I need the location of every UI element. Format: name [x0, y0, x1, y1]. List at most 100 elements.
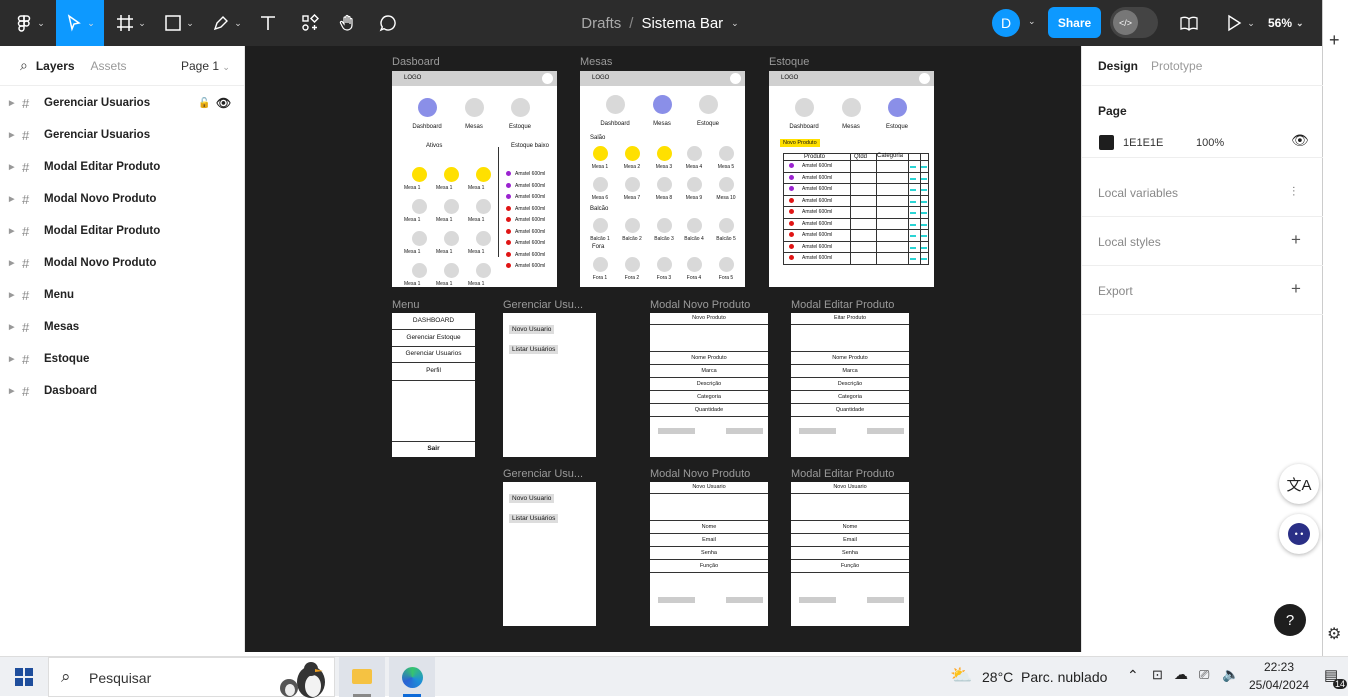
menu-item[interactable]: Gerenciar Usuarios: [392, 346, 475, 363]
network-icon[interactable]: ⎚: [1199, 667, 1209, 683]
avatar[interactable]: D: [992, 9, 1020, 37]
help-icon[interactable]: ?: [1274, 604, 1306, 636]
dev-mode-toggle[interactable]: </>: [1110, 7, 1158, 38]
layer-item[interactable]: ▶ # Dasboard: [0, 375, 244, 407]
chevron-up-icon[interactable]: ⌃: [1127, 667, 1139, 684]
chevron-down-icon[interactable]: ⌄: [731, 18, 739, 29]
layer-item[interactable]: ▶ # Gerenciar Usuarios 🔓 👁: [0, 87, 244, 119]
cancel-button[interactable]: [799, 428, 836, 434]
modal-field[interactable]: Senha: [791, 546, 909, 559]
sliders-icon[interactable]: ⫶: [1292, 184, 1295, 200]
delete-action-icon[interactable]: [921, 246, 927, 249]
modal-field[interactable]: Nome: [650, 520, 768, 533]
modal-field[interactable]: Descrição: [650, 377, 768, 390]
frame-title[interactable]: Modal Editar Produto: [791, 299, 894, 311]
novo-produto-button[interactable]: Novo Produto: [780, 139, 820, 147]
weather-desc[interactable]: Parc. nublado: [1021, 669, 1107, 685]
modal-field[interactable]: Quantidade: [791, 403, 909, 416]
page-selector[interactable]: Page 1 ⌄: [181, 59, 230, 73]
edge-browser-app[interactable]: [389, 657, 435, 697]
shape-tool-button[interactable]: ⌄: [158, 0, 200, 46]
modal-field[interactable]: Email: [791, 533, 909, 546]
modal-editar-produto-frame[interactable]: Eitar Produto Nome Produto Marca Descrição C…: [791, 313, 909, 457]
text-tool-button[interactable]: [256, 0, 280, 46]
modal-field[interactable]: Descrição: [791, 377, 909, 390]
modal-field[interactable]: Quantidade: [650, 403, 768, 416]
design-canvas[interactable]: Dasboard LOGO Dashboard Mesas Estoque Ativos E…: [245, 46, 1081, 652]
gerenciar-usuarios-frame[interactable]: Novo Usuario Listar Usuários: [503, 313, 596, 457]
zoom-dropdown[interactable]: 56% ⌄: [1268, 0, 1304, 46]
cloud-icon[interactable]: ☁: [1174, 666, 1188, 683]
library-button[interactable]: [1176, 0, 1202, 46]
layer-item[interactable]: ▶ # Menu: [0, 279, 244, 311]
frame-title[interactable]: Menu: [392, 299, 420, 311]
translate-icon[interactable]: 文A: [1279, 464, 1319, 504]
frame-title[interactable]: Mesas: [580, 56, 612, 68]
frame-tool-button[interactable]: ⌄: [110, 0, 152, 46]
eye-icon[interactable]: 👁: [216, 96, 231, 110]
hand-tool-button[interactable]: [336, 0, 360, 46]
confirm-button[interactable]: [726, 428, 763, 434]
modal-field[interactable]: Marca: [650, 364, 768, 377]
layer-item[interactable]: ▶ # Estoque: [0, 343, 244, 375]
modal-novo-usuario-frame[interactable]: Novo Usuario Nome Email Senha Função: [650, 482, 768, 626]
page-color-hex[interactable]: 1E1E1E: [1123, 137, 1163, 149]
modal-field[interactable]: Nome Produto: [650, 351, 768, 364]
edit-action-icon[interactable]: [910, 189, 916, 191]
delete-action-icon[interactable]: [921, 200, 927, 203]
delete-action-icon[interactable]: [921, 166, 927, 168]
windows-start-icon[interactable]: [15, 668, 33, 686]
caret-right-icon[interactable]: ▶: [9, 99, 14, 107]
sair-button[interactable]: Sair: [392, 441, 475, 457]
clock-date[interactable]: 25/04/2024: [1249, 678, 1309, 692]
search-icon[interactable]: ⌕: [20, 57, 28, 74]
breadcrumb-drafts[interactable]: Drafts: [581, 15, 621, 32]
caret-right-icon[interactable]: ▶: [9, 355, 14, 363]
clock-time[interactable]: 22:23: [1264, 660, 1294, 674]
layer-item[interactable]: ▶ # Mesas: [0, 311, 244, 343]
confirm-button[interactable]: [867, 428, 904, 434]
caret-right-icon[interactable]: ▶: [9, 259, 14, 267]
caret-right-icon[interactable]: ▶: [9, 131, 14, 139]
chevron-down-icon[interactable]: ⌄: [1028, 16, 1036, 27]
confirm-button[interactable]: [726, 597, 763, 603]
edit-action-icon[interactable]: [910, 246, 916, 249]
menu-item[interactable]: Perfil: [392, 363, 475, 381]
layer-item[interactable]: ▶ # Modal Novo Produto: [0, 247, 244, 279]
edit-action-icon[interactable]: [910, 166, 916, 168]
modal-field[interactable]: Categoria: [791, 390, 909, 403]
dasboard-frame[interactable]: LOGO Dashboard Mesas Estoque Ativos Estoque b…: [392, 71, 557, 287]
delete-action-icon[interactable]: [921, 189, 927, 191]
listar-usuarios-button[interactable]: Listar Usuários: [509, 345, 559, 354]
gerenciar-usuarios-frame[interactable]: Novo Usuario Listar Usuários: [503, 482, 596, 626]
novo-usuario-button[interactable]: Novo Usuario: [509, 494, 555, 503]
modal-field[interactable]: Função: [650, 559, 768, 572]
novo-usuario-button[interactable]: Novo Usuario: [509, 325, 555, 334]
modal-field[interactable]: Marca: [791, 364, 909, 377]
delete-action-icon[interactable]: [921, 177, 927, 180]
modal-editar-usuario-frame[interactable]: Novo Usuario Nome Email Senha Função: [791, 482, 909, 626]
comment-tool-button[interactable]: [376, 0, 400, 46]
modal-field[interactable]: Senha: [650, 546, 768, 559]
frame-title[interactable]: Modal Novo Produto: [650, 468, 750, 480]
modal-field[interactable]: Nome Produto: [791, 351, 909, 364]
move-tool-button[interactable]: ⌄: [56, 0, 104, 46]
unlock-icon[interactable]: 🔓: [198, 98, 210, 109]
plus-icon[interactable]: +: [1329, 30, 1340, 51]
modal-field[interactable]: Categoria: [650, 390, 768, 403]
taskbar-search[interactable]: ⌕ Pesquisar: [48, 657, 335, 698]
layer-item[interactable]: ▶ # Gerenciar Usuarios: [0, 119, 244, 151]
delete-action-icon[interactable]: [921, 212, 927, 214]
delete-action-icon[interactable]: [921, 235, 927, 237]
menu-item[interactable]: Gerenciar Estoque: [392, 330, 475, 347]
caret-right-icon[interactable]: ▶: [9, 227, 14, 235]
caret-right-icon[interactable]: ▶: [9, 291, 14, 299]
share-button[interactable]: Share: [1048, 7, 1101, 38]
tab-layers[interactable]: Layers: [36, 59, 75, 73]
layer-item[interactable]: ▶ # Modal Editar Produto: [0, 151, 244, 183]
file-explorer-app[interactable]: [339, 657, 385, 697]
speaker-icon[interactable]: 🔈: [1222, 666, 1239, 683]
menu-frame[interactable]: DASHBOARD Gerenciar Estoque Gerenciar Usua…: [392, 313, 475, 457]
estoque-frame[interactable]: LOGO Dashboard Mesas Estoque Novo Produto Pro…: [769, 71, 934, 287]
export-section[interactable]: Export +: [1082, 266, 1323, 315]
